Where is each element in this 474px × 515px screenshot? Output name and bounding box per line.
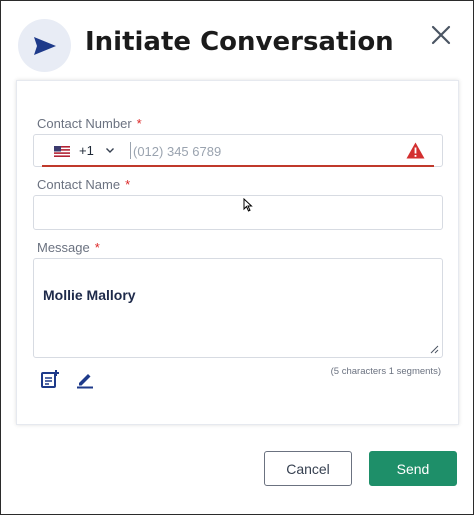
required-mark: * (94, 240, 100, 255)
message-label-text: Message (37, 240, 90, 255)
close-button[interactable] (427, 21, 455, 49)
dialog-title: Initiate Conversation (85, 27, 394, 57)
contact-number-label-text: Contact Number (37, 116, 132, 131)
contact-name-field (33, 195, 443, 230)
resize-handle-icon[interactable] (430, 345, 439, 354)
error-underline (42, 165, 434, 167)
chevron-down-icon[interactable] (104, 144, 116, 156)
required-mark: * (125, 177, 131, 192)
contact-number-input[interactable] (133, 140, 393, 162)
contact-name-label-text: Contact Name (37, 177, 121, 192)
contact-number-field: +1 (33, 134, 443, 167)
edit-button[interactable] (74, 368, 96, 390)
add-template-icon (41, 370, 59, 388)
warning-icon (406, 142, 425, 159)
message-label: Message * (37, 240, 100, 255)
message-text: Mollie Mallory (43, 287, 136, 303)
contact-name-input[interactable] (42, 202, 432, 224)
contact-number-label: Contact Number * (37, 116, 142, 131)
contact-name-label: Contact Name * (37, 177, 130, 192)
header-icon-badge (18, 19, 71, 72)
cancel-button[interactable]: Cancel (264, 451, 352, 486)
mouse-pointer-icon (243, 198, 253, 212)
character-counter: (5 characters 1 segments) (330, 366, 441, 377)
edit-icon (77, 374, 93, 389)
initiate-conversation-dialog: Initiate Conversation Contact Number * +1 (0, 0, 474, 515)
required-mark: * (136, 116, 142, 131)
send-button[interactable]: Send (369, 451, 457, 486)
send-icon (33, 36, 56, 55)
close-icon (431, 25, 451, 45)
text-cursor (130, 142, 131, 159)
dial-code[interactable]: +1 (79, 143, 94, 158)
add-template-button[interactable] (39, 368, 61, 390)
message-textarea[interactable]: Mollie Mallory (33, 258, 443, 358)
us-flag-icon[interactable] (54, 146, 70, 157)
